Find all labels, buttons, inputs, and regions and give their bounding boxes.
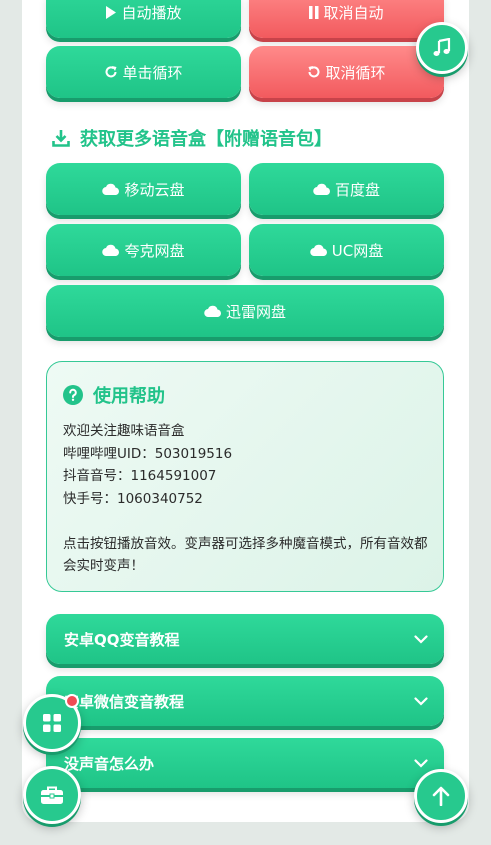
auto-play-label: 自动播放 [121, 3, 182, 22]
cloud-icon [313, 183, 331, 195]
help-line: 快手号：1060340752 [63, 490, 203, 507]
play-icon [105, 5, 117, 19]
help-body: 欢迎关注趣味语音盒 哔哩哔哩UID：503019516 抖音音号：1164591… [63, 420, 429, 578]
help-title-text: 使用帮助 [93, 386, 165, 407]
music-note-icon [432, 38, 452, 58]
undo-icon [307, 65, 321, 79]
download-section-title: 获取更多语音盒【附赠语音包】 [52, 125, 332, 151]
notification-badge [65, 694, 79, 708]
faq-item-no-sound[interactable]: 没声音怎么办 [46, 738, 444, 788]
chevron-down-icon [414, 758, 428, 768]
help-title: 使用帮助 [63, 382, 165, 408]
toolbox-fab[interactable] [23, 766, 81, 824]
help-panel: 使用帮助 欢迎关注趣味语音盒 哔哩哔哩UID：503019516 抖音音号：11… [46, 361, 444, 592]
help-line: 抖音音号：1164591007 [63, 468, 217, 484]
cancel-auto-button[interactable]: 取消自动 [249, 0, 444, 38]
faq-item-android-wechat[interactable]: 安卓微信变音教程 [46, 676, 444, 726]
help-line: 点击按钮播放音效。变声器可选择多种魔音模式，所有音效都会实时变声！ [63, 535, 428, 575]
faq-item-label: 没声音怎么办 [64, 754, 155, 773]
pause-icon [309, 5, 319, 19]
single-loop-label: 单击循环 [122, 63, 183, 82]
help-line: 哔哩哔哩UID：503019516 [63, 445, 233, 462]
link-label: 迅雷网盘 [225, 302, 286, 321]
auto-play-button[interactable]: 自动播放 [46, 0, 241, 38]
help-line: 欢迎关注趣味语音盒 [63, 423, 185, 439]
music-fab[interactable] [416, 22, 468, 74]
cloud-icon [310, 244, 328, 256]
link-label: UC网盘 [331, 241, 384, 260]
link-baidu[interactable]: 百度盘 [249, 163, 444, 215]
cancel-auto-label: 取消自动 [323, 3, 384, 22]
link-uc[interactable]: UC网盘 [249, 224, 444, 276]
chevron-down-icon [414, 696, 428, 706]
link-xunlei[interactable]: 迅雷网盘 [46, 285, 444, 337]
download-icon [52, 129, 70, 147]
help-line [63, 510, 429, 533]
faq-item-android-qq[interactable]: 安卓QQ变音教程 [46, 614, 444, 664]
faq-item-label: 安卓QQ变音教程 [64, 630, 180, 649]
cloud-icon [102, 183, 120, 195]
cancel-loop-label: 取消循环 [325, 63, 386, 82]
faq-item-label: 安卓微信变音教程 [64, 692, 185, 711]
toolbox-icon [40, 785, 64, 805]
redo-icon [104, 65, 118, 79]
chevron-down-icon [414, 634, 428, 644]
link-label: 移动云盘 [124, 180, 185, 199]
link-label: 百度盘 [334, 180, 380, 199]
cancel-loop-button[interactable]: 取消循环 [249, 46, 444, 98]
download-section-title-text: 获取更多语音盒【附赠语音包】 [80, 129, 332, 150]
cloud-icon [204, 305, 222, 317]
grid-icon [42, 713, 62, 733]
scroll-top-fab[interactable] [414, 769, 468, 823]
single-loop-button[interactable]: 单击循环 [46, 46, 241, 98]
cloud-icon [102, 244, 120, 256]
link-quark[interactable]: 夸克网盘 [46, 224, 241, 276]
question-circle-icon [63, 385, 83, 405]
link-mobile-cloud[interactable]: 移动云盘 [46, 163, 241, 215]
link-label: 夸克网盘 [124, 241, 185, 260]
arrow-up-icon [432, 786, 450, 806]
